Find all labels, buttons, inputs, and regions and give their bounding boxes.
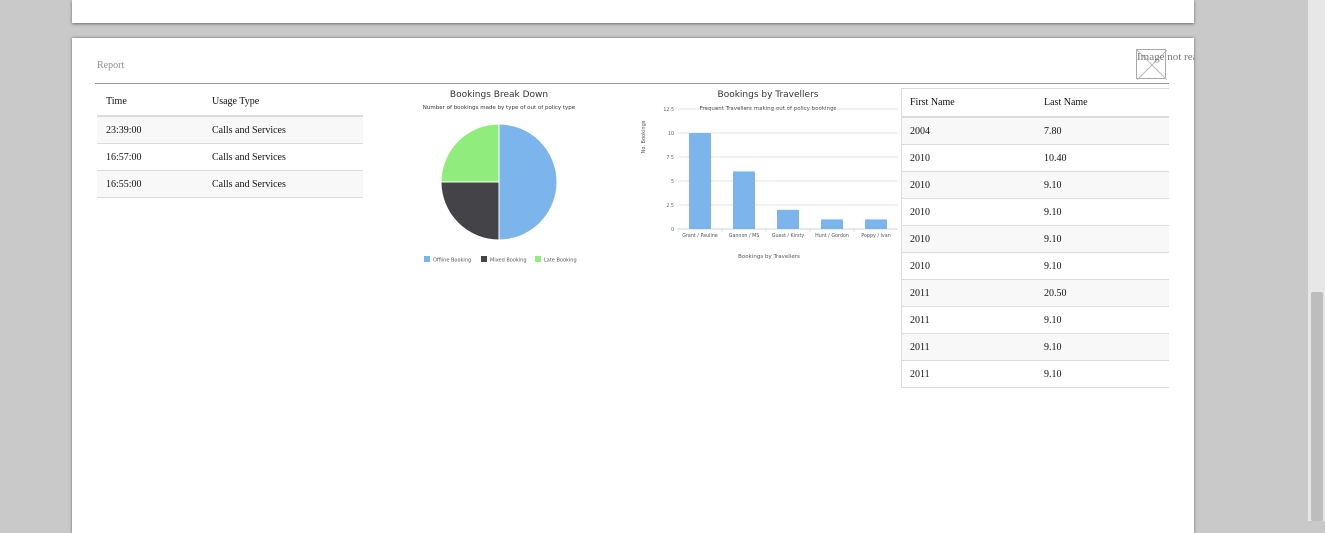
pie-chart-subtitle: Number of bookings made by type of out o…	[423, 105, 576, 111]
last-name-cell: 9.10	[1044, 314, 1062, 326]
table-row: 2010 10.40	[902, 145, 1169, 172]
bookings-breakdown-pie-chart: Bookings Break Down Number of bookings m…	[423, 90, 577, 264]
first-name-cell: 2010	[910, 179, 930, 191]
table-row: 2011 20.50	[902, 280, 1169, 307]
legend-swatch	[424, 256, 430, 262]
pie-slice-mixed-booking[interactable]	[440, 181, 500, 241]
pie-slice-offline-booking[interactable]	[498, 123, 558, 241]
bar-poppy-ivan[interactable]	[865, 219, 887, 229]
pie-slice-late-booking[interactable]	[440, 123, 500, 183]
y-tick-label: 2.5	[666, 203, 674, 209]
usage-type-cell: Calls and Services	[212, 178, 286, 190]
x-axis-label: Bookings by Travellers	[738, 254, 800, 260]
names-table: First Name Last Name 2004 7.80 2010 10.40 …	[901, 88, 1169, 388]
bar-grant-pauline[interactable]	[689, 133, 711, 229]
legend-swatch	[481, 256, 487, 262]
time-cell: 16:57:00	[106, 151, 142, 163]
usage-type-cell: Calls and Services	[212, 124, 286, 136]
report-label: Report	[97, 60, 125, 71]
first-name-cell: 2011	[910, 287, 930, 299]
y-tick-label: 5	[671, 179, 674, 185]
legend-swatch	[535, 256, 541, 262]
broken-image-alt-text: Image not rea 00	[1137, 51, 1194, 63]
column-header-first-name: First Name	[910, 97, 955, 108]
first-name-cell: 2011	[910, 314, 930, 326]
previous-page-sheet	[72, 0, 1194, 23]
header-divider	[95, 83, 1169, 84]
last-name-cell: 9.10	[1044, 233, 1062, 245]
y-axis-label: No. Bookings	[641, 120, 647, 153]
table-row: 2010 9.10	[902, 226, 1169, 253]
last-name-cell: 9.10	[1044, 179, 1062, 191]
first-name-cell: 2010	[910, 206, 930, 218]
pie-chart-title: Bookings Break Down	[450, 90, 548, 100]
bar-guest-kirsty[interactable]	[777, 209, 799, 229]
x-tick-label: Gannon / MS	[729, 233, 760, 239]
last-name-cell: 9.10	[1044, 260, 1062, 272]
first-name-cell: 2010	[910, 233, 930, 245]
names-table-header: First Name Last Name	[902, 89, 1169, 118]
x-tick-label: Poppy / Ivan	[861, 233, 890, 239]
usage-table: Time Usage Type 23:39:00 Calls and Servi…	[97, 88, 363, 198]
bar-gannon-ms[interactable]	[733, 171, 755, 229]
legend-item-label[interactable]: Late Booking	[544, 258, 577, 264]
table-row: 2010 9.10	[902, 253, 1169, 280]
bar-chart-title: Bookings by Travellers	[718, 90, 819, 100]
last-name-cell: 9.10	[1044, 368, 1062, 380]
table-row: 2010 9.10	[902, 199, 1169, 226]
x-tick-label: Hunt / Gordon	[815, 233, 849, 239]
time-cell: 23:39:00	[106, 124, 142, 136]
last-name-cell: 9.10	[1044, 206, 1062, 218]
column-header-usage-type: Usage Type	[212, 96, 260, 107]
first-name-cell: 2010	[910, 152, 930, 164]
column-header-last-name: Last Name	[1044, 97, 1088, 108]
last-name-cell: 9.10	[1044, 341, 1062, 353]
first-name-cell: 2011	[910, 368, 930, 380]
table-row: 2010 9.10	[902, 172, 1169, 199]
first-name-cell: 2010	[910, 260, 930, 272]
bar-hunt-gordon[interactable]	[821, 219, 843, 229]
table-row: 2011 9.10	[902, 361, 1169, 388]
usage-table-header: Time Usage Type	[97, 88, 363, 117]
bookings-by-travellers-bar-chart: Bookings by Travellers Frequent Travelle…	[641, 90, 898, 260]
scrollbar-thumb[interactable]	[1311, 292, 1323, 521]
table-row: 2004 7.80	[902, 118, 1169, 145]
last-name-cell: 10.40	[1044, 152, 1067, 164]
legend-item-label[interactable]: Mixed Booking	[490, 258, 527, 264]
y-tick-label: 12.5	[663, 107, 674, 113]
table-row: 16:55:00 Calls and Services	[97, 171, 363, 198]
report-page-sheet: Report Image not rea 00 Time Usage Type …	[72, 38, 1194, 533]
table-row: 23:39:00 Calls and Services	[97, 117, 363, 144]
first-name-cell: 2011	[910, 341, 930, 353]
usage-type-cell: Calls and Services	[212, 151, 286, 163]
table-row: 2011 9.10	[902, 307, 1169, 334]
x-tick-label: Grant / Pauline	[682, 233, 718, 239]
broken-image-icon: Image not rea 00	[1136, 49, 1194, 80]
time-cell: 16:55:00	[106, 178, 142, 190]
table-row: 2011 9.10	[902, 334, 1169, 361]
last-name-cell: 20.50	[1044, 287, 1067, 299]
first-name-cell: 2004	[910, 125, 930, 137]
column-header-time: Time	[106, 96, 127, 107]
x-tick-label: Guest / Kirsty	[772, 233, 805, 239]
table-row: 16:57:00 Calls and Services	[97, 144, 363, 171]
y-tick-label: 0	[671, 227, 674, 233]
y-tick-label: 10	[668, 131, 674, 137]
y-tick-label: 7.5	[666, 155, 674, 161]
last-name-cell: 7.80	[1044, 125, 1062, 137]
legend-item-label[interactable]: Offline Booking	[433, 258, 471, 264]
